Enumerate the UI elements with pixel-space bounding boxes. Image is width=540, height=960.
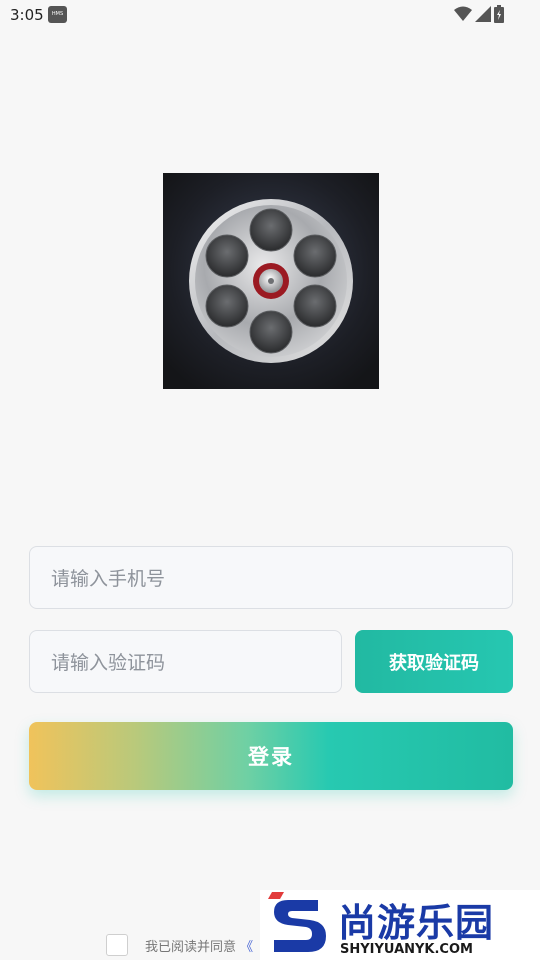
phone-input[interactable]: 请输入手机号 bbox=[29, 546, 513, 609]
status-icons bbox=[454, 5, 504, 23]
phone-input-placeholder: 请输入手机号 bbox=[51, 568, 166, 590]
login-label: 登录 bbox=[248, 745, 294, 769]
get-code-button[interactable]: 获取验证码 bbox=[355, 630, 513, 693]
watermark: 尚游乐园 SHYIYUANYK.COM bbox=[260, 890, 540, 960]
agreement-checkbox[interactable] bbox=[106, 934, 128, 956]
film-reel-icon bbox=[163, 173, 379, 389]
status-bar: 3:05 HMS bbox=[0, 0, 540, 30]
get-code-label: 获取验证码 bbox=[389, 652, 479, 674]
app-logo bbox=[163, 173, 379, 389]
agreement-link[interactable]: 《 bbox=[240, 940, 253, 955]
agreement-prefix: 我已阅读并同意 bbox=[145, 940, 237, 955]
status-time: 3:05 bbox=[10, 6, 44, 24]
verification-code-input[interactable]: 请输入验证码 bbox=[29, 630, 342, 693]
watermark-s-logo bbox=[268, 892, 326, 952]
battery-icon bbox=[494, 5, 504, 23]
login-button[interactable]: 登录 bbox=[29, 722, 513, 790]
agreement-text: 我已阅读并同意 《 bbox=[145, 936, 253, 955]
signal-icon bbox=[475, 6, 491, 22]
watermark-url: SHYIYUANYK.COM bbox=[340, 942, 473, 957]
wifi-icon bbox=[454, 6, 472, 22]
watermark-title: 尚游乐园 bbox=[338, 901, 495, 945]
hms-icon: HMS bbox=[48, 6, 67, 23]
code-input-placeholder: 请输入验证码 bbox=[51, 652, 166, 674]
